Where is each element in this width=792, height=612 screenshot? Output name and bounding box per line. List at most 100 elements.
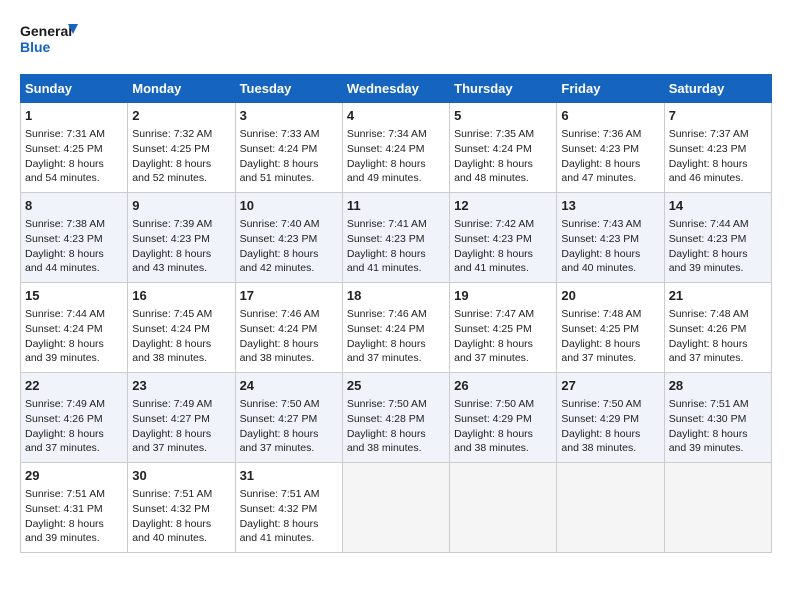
calendar-cell: 7 Sunrise: 7:37 AM Sunset: 4:23 PM Daylight…: [664, 103, 771, 193]
sunset: Sunset: 4:25 PM: [454, 323, 532, 335]
sunset: Sunset: 4:32 PM: [240, 503, 318, 515]
sunset: Sunset: 4:25 PM: [25, 143, 103, 155]
calendar-cell: 6Sunrise: 7:36 AMSunset: 4:23 PMDaylight…: [557, 103, 664, 193]
day-number: 12: [454, 197, 552, 215]
sunrise: Sunrise: 7:34 AM: [347, 128, 427, 140]
calendar-week-5: 29Sunrise: 7:51 AMSunset: 4:31 PMDayligh…: [21, 463, 772, 553]
daylight: Daylight: 8 hours and 54 minutes.: [25, 158, 104, 185]
sunset: Sunset: 4:26 PM: [669, 323, 747, 335]
calendar-cell: 21Sunrise: 7:48 AMSunset: 4:26 PMDayligh…: [664, 283, 771, 373]
sunset: Sunset: 4:23 PM: [561, 233, 639, 245]
sunrise: Sunrise: 7:47 AM: [454, 308, 534, 320]
daylight: Daylight: 8 hours and 37 minutes.: [347, 338, 426, 365]
daylight: Daylight: 8 hours and 38 minutes.: [240, 338, 319, 365]
day-number: 23: [132, 377, 230, 395]
calendar-cell: 17Sunrise: 7:46 AMSunset: 4:24 PMDayligh…: [235, 283, 342, 373]
daylight: Daylight: 8 hours and 38 minutes.: [561, 428, 640, 455]
sunrise: Sunrise: 7:45 AM: [132, 308, 212, 320]
calendar-week-2: 8Sunrise: 7:38 AMSunset: 4:23 PMDaylight…: [21, 193, 772, 283]
col-header-tuesday: Tuesday: [235, 75, 342, 103]
calendar-cell: 29Sunrise: 7:51 AMSunset: 4:31 PMDayligh…: [21, 463, 128, 553]
day-number: 18: [347, 287, 445, 305]
sunrise: Sunrise: 7:48 AM: [561, 308, 641, 320]
sunrise: Sunrise: 7:51 AM: [25, 488, 105, 500]
day-number: 29: [25, 467, 123, 485]
sunrise: Sunrise: 7:33 AM: [240, 128, 320, 140]
sunrise: Sunrise: 7:37 AM: [669, 128, 749, 140]
calendar-cell: 5Sunrise: 7:35 AMSunset: 4:24 PMDaylight…: [450, 103, 557, 193]
sunrise: Sunrise: 7:43 AM: [561, 218, 641, 230]
day-number: 30: [132, 467, 230, 485]
sunset: Sunset: 4:24 PM: [240, 323, 318, 335]
sunset: Sunset: 4:23 PM: [669, 233, 747, 245]
sunset: Sunset: 4:24 PM: [454, 143, 532, 155]
calendar-cell: 19 Sunrise: 7:47 AM Sunset: 4:25 PM Dayligh…: [450, 283, 557, 373]
calendar-cell: 30Sunrise: 7:51 AMSunset: 4:32 PMDayligh…: [128, 463, 235, 553]
col-header-saturday: Saturday: [664, 75, 771, 103]
sunset: Sunset: 4:27 PM: [240, 413, 318, 425]
calendar-cell: [450, 463, 557, 553]
col-header-monday: Monday: [128, 75, 235, 103]
day-number: 21: [669, 287, 767, 305]
calendar-cell: 23Sunrise: 7:49 AMSunset: 4:27 PMDayligh…: [128, 373, 235, 463]
calendar-cell: 4Sunrise: 7:34 AMSunset: 4:24 PMDaylight…: [342, 103, 449, 193]
calendar-cell: 9Sunrise: 7:39 AMSunset: 4:23 PMDaylight…: [128, 193, 235, 283]
sunrise: Sunrise: 7:50 AM: [454, 398, 534, 410]
sunset: Sunset: 4:26 PM: [25, 413, 103, 425]
sunset: Sunset: 4:23 PM: [132, 233, 210, 245]
day-number: 24: [240, 377, 338, 395]
day-number: 28: [669, 377, 767, 395]
calendar-cell: 1Sunrise: 7:31 AMSunset: 4:25 PMDaylight…: [21, 103, 128, 193]
sunset: Sunset: 4:31 PM: [25, 503, 103, 515]
calendar-cell: 8Sunrise: 7:38 AMSunset: 4:23 PMDaylight…: [21, 193, 128, 283]
calendar-week-1: 1Sunrise: 7:31 AMSunset: 4:25 PMDaylight…: [21, 103, 772, 193]
sunset: Sunset: 4:25 PM: [561, 323, 639, 335]
daylight: Daylight: 8 hours and 38 minutes.: [347, 428, 426, 455]
day-number: 8: [25, 197, 123, 215]
sunrise: Sunrise: 7:50 AM: [347, 398, 427, 410]
day-number: 16: [132, 287, 230, 305]
daylight: Daylight: 8 hours and 39 minutes.: [25, 338, 104, 365]
calendar-cell: 27Sunrise: 7:50 AMSunset: 4:29 PMDayligh…: [557, 373, 664, 463]
sunset: Sunset: 4:25 PM: [132, 143, 210, 155]
sunset: Sunset: 4:23 PM: [25, 233, 103, 245]
daylight: Daylight: 8 hours and 43 minutes.: [132, 248, 211, 275]
day-number: 31: [240, 467, 338, 485]
day-number: 4: [347, 107, 445, 125]
daylight: Daylight: 8 hours and 38 minutes.: [454, 428, 533, 455]
calendar-cell: 28Sunrise: 7:51 AMSunset: 4:30 PMDayligh…: [664, 373, 771, 463]
daylight: Daylight: 8 hours and 48 minutes.: [454, 158, 533, 185]
calendar-cell: 13Sunrise: 7:43 AMSunset: 4:23 PMDayligh…: [557, 193, 664, 283]
svg-text:General: General: [20, 23, 72, 39]
calendar-cell: [664, 463, 771, 553]
day-number: 26: [454, 377, 552, 395]
day-number: 10: [240, 197, 338, 215]
day-number: 19: [454, 287, 552, 305]
calendar-cell: 14Sunrise: 7:44 AMSunset: 4:23 PMDayligh…: [664, 193, 771, 283]
calendar-cell: 15Sunrise: 7:44 AMSunset: 4:24 PMDayligh…: [21, 283, 128, 373]
sunset: Sunset: 4:23 PM: [669, 143, 747, 155]
sunrise: Sunrise: 7:49 AM: [132, 398, 212, 410]
day-number: 11: [347, 197, 445, 215]
sunrise: Sunrise: 7:32 AM: [132, 128, 212, 140]
daylight: Daylight: 8 hours and 37 minutes.: [25, 428, 104, 455]
daylight: Daylight: 8 hours and 37 minutes.: [454, 338, 533, 365]
logo: General Blue: [20, 20, 80, 64]
sunset: Sunset: 4:24 PM: [240, 143, 318, 155]
sunset: Sunset: 4:32 PM: [132, 503, 210, 515]
daylight: Daylight: 8 hours and 52 minutes.: [132, 158, 211, 185]
sunrise: Sunrise: 7:40 AM: [240, 218, 320, 230]
daylight: Daylight: 8 hours and 39 minutes.: [669, 428, 748, 455]
daylight: Daylight: 8 hours and 39 minutes.: [669, 248, 748, 275]
sunrise: Sunrise: 7:44 AM: [669, 218, 749, 230]
daylight: Daylight: 8 hours and 46 minutes.: [669, 158, 748, 185]
daylight: Daylight: 8 hours and 37 minutes.: [561, 338, 640, 365]
calendar-cell: 26Sunrise: 7:50 AMSunset: 4:29 PMDayligh…: [450, 373, 557, 463]
sunrise: Sunrise: 7:50 AM: [561, 398, 641, 410]
col-header-sunday: Sunday: [21, 75, 128, 103]
sunrise: Sunrise: 7:42 AM: [454, 218, 534, 230]
calendar-week-4: 22Sunrise: 7:49 AMSunset: 4:26 PMDayligh…: [21, 373, 772, 463]
sunset: Sunset: 4:30 PM: [669, 413, 747, 425]
day-number: 7: [669, 107, 767, 125]
sunset: Sunset: 4:24 PM: [347, 323, 425, 335]
